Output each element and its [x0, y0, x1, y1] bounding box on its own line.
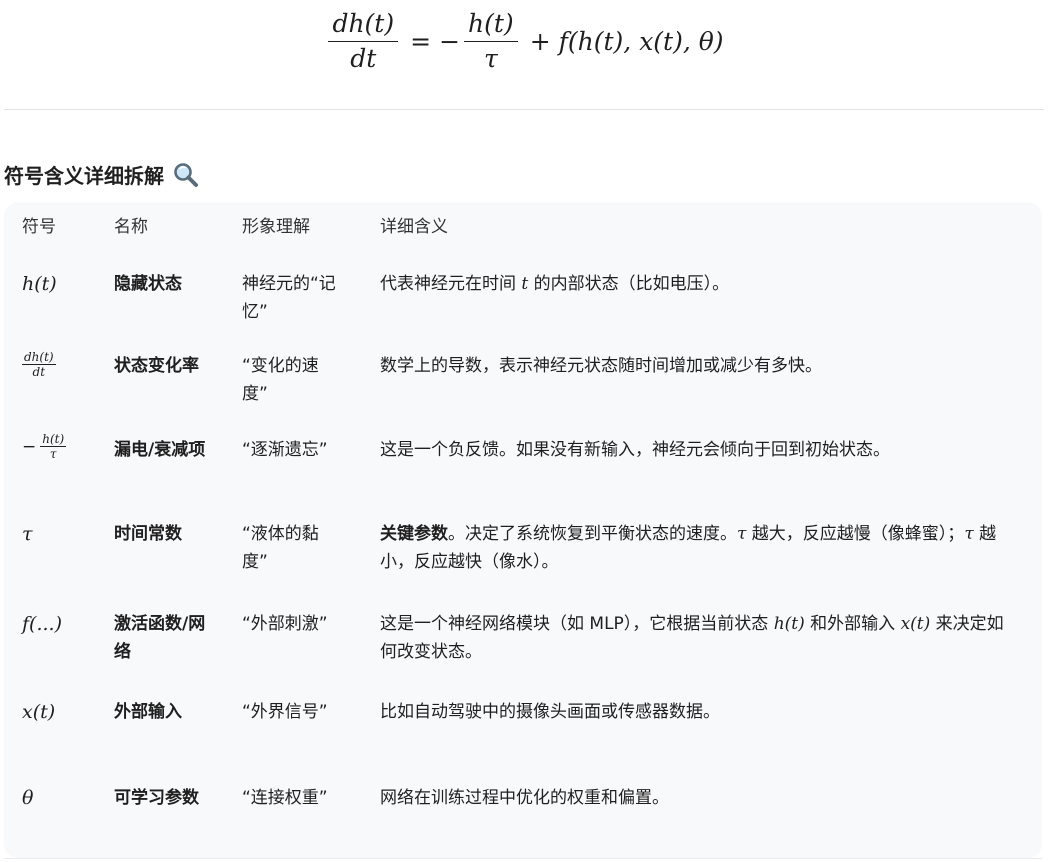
row-hidden-state-detail: 代表神经元在时间 t 的内部状态（比如电压）。 [380, 270, 1020, 298]
row-input-detail: 比如自动驾驶中的摄像头画面或传感器数据。 [380, 702, 720, 722]
section-heading: 符号含义详细拆解 [4, 160, 200, 189]
detail-math: h(t) [773, 614, 805, 634]
row-rate-symbol: dh(t) dt [22, 350, 56, 379]
row-rate-name: 状态变化率 [114, 356, 199, 376]
detail-math: τ [964, 524, 974, 544]
equals-sign: = [410, 27, 432, 57]
header-image: 形象理解 [242, 217, 310, 237]
decay-symbol-denominator: τ [49, 447, 57, 461]
rate-numerator: dh(t) [22, 350, 56, 365]
header-symbol: 符号 [22, 217, 56, 237]
activation-term: f(h(t), x(t), θ) [558, 27, 724, 57]
row-rate-detail: 数学上的导数，表示神经元状态随时间增加或减少有多快。 [380, 356, 822, 376]
decay-numerator: h(t) [464, 9, 518, 42]
rate-fraction: dh(t) dt [22, 350, 56, 379]
table-bottom-border [4, 858, 1042, 859]
row-decay-detail: 这是一个负反馈。如果没有新输入，神经元会倾向于回到初始状态。 [380, 440, 890, 460]
rate-denominator: dt [32, 365, 46, 379]
row-params-name: 可学习参数 [114, 788, 199, 808]
row-hidden-state-symbol: h(t) [22, 273, 57, 295]
detail-text: 和外部输入 [804, 614, 901, 634]
detail-text: 这是一个神经网络模块（如 MLP），它根据当前状态 [380, 614, 774, 634]
lhs-fraction: dh(t) dt [328, 9, 399, 74]
row-activation-name: 激活函数/网络 [114, 614, 206, 662]
equation-block: dh(t) dt = − h(t) τ + f(h(t), x(t), θ) [0, 0, 1048, 110]
row-time-constant-image: “液体的黏度” [242, 524, 319, 572]
row-decay-symbol: − h(t) τ [22, 432, 67, 461]
row-rate-image: “变化的速度” [242, 356, 319, 404]
row-time-constant-symbol: τ [22, 523, 33, 545]
header-name: 名称 [114, 217, 148, 237]
plus-sign: + [529, 27, 551, 57]
row-hidden-state-name: 隐藏状态 [114, 274, 182, 294]
minus-sign: − [439, 27, 461, 57]
decay-symbol-numerator: h(t) [40, 432, 67, 447]
detail-keyword: 关键参数 [380, 524, 448, 544]
row-time-constant-detail: 关键参数。决定了系统恢复到平衡状态的速度。τ 越大，反应越慢（像蜂蜜）；τ 越小… [380, 520, 1020, 576]
decay-symbol-fraction: h(t) τ [40, 432, 67, 461]
decay-fraction: h(t) τ [464, 9, 518, 74]
detail-math: x(t) [900, 614, 931, 634]
row-params-image: “连接权重” [242, 788, 328, 808]
detail-text: 越大，反应越慢（像蜂蜜）； [746, 524, 965, 544]
row-hidden-state-image: 神经元的“记忆” [242, 274, 336, 322]
row-activation-detail: 这是一个神经网络模块（如 MLP），它根据当前状态 h(t) 和外部输入 x(t… [380, 610, 1020, 666]
section-divider [4, 109, 1044, 110]
lhs-denominator: dt [350, 43, 377, 73]
magnifier-icon [172, 162, 200, 188]
detail-text: 。决定了系统恢复到平衡状态的速度。 [448, 524, 737, 544]
ode-equation: dh(t) dt = − h(t) τ + f(h(t), x(t), θ) [0, 9, 1048, 74]
row-input-name: 外部输入 [114, 702, 182, 722]
row-input-symbol: x(t) [22, 701, 56, 723]
decay-minus: − [22, 436, 37, 457]
row-input-image: “外界信号” [242, 702, 328, 722]
row-params-symbol: θ [22, 787, 34, 809]
section-heading-text: 符号含义详细拆解 [4, 164, 164, 188]
row-activation-image: “外部刺激” [242, 614, 328, 634]
row-decay-name: 漏电/衰减项 [114, 440, 206, 460]
lhs-numerator: dh(t) [328, 9, 399, 42]
detail-math: τ [737, 524, 747, 544]
row-decay-image: “逐渐遗忘” [242, 440, 328, 460]
row-params-detail: 网络在训练过程中优化的权重和偏置。 [380, 788, 669, 808]
decay-denominator: τ [483, 43, 498, 73]
header-detail: 详细含义 [380, 217, 448, 237]
row-activation-symbol: f(...) [22, 613, 62, 635]
detail-text: 的内部状态（比如电压）。 [528, 274, 730, 294]
row-time-constant-name: 时间常数 [114, 524, 182, 544]
detail-text: 代表神经元在时间 [380, 274, 522, 294]
